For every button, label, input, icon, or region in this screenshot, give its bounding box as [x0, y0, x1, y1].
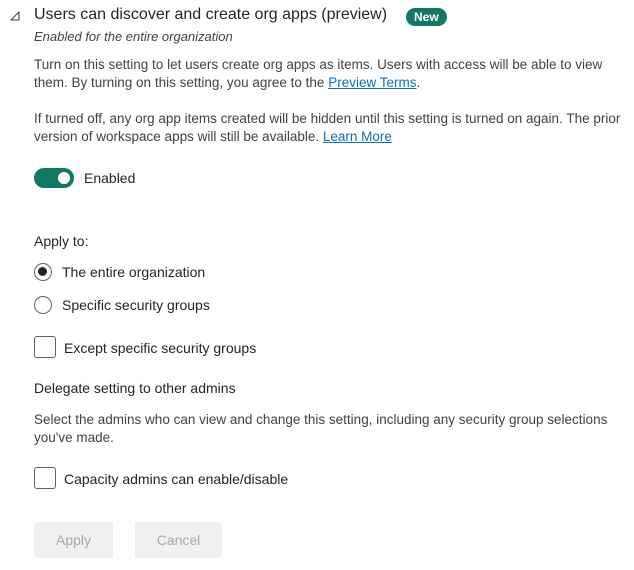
radio-label-specific-security-groups: Specific security groups	[62, 297, 210, 313]
radio-specific-security-groups[interactable]	[34, 296, 52, 314]
collapse-triangle-icon[interactable]	[9, 10, 21, 22]
capacity-admins-checkbox[interactable]	[34, 467, 56, 489]
except-security-groups-checkbox[interactable]	[34, 336, 56, 358]
cancel-button[interactable]: Cancel	[135, 522, 222, 558]
setting-subtitle: Enabled for the entire organization	[34, 29, 233, 44]
except-security-groups-label: Except specific security groups	[64, 340, 257, 356]
new-badge: New	[406, 8, 447, 26]
learn-more-link[interactable]: Learn More	[323, 129, 392, 144]
radio-entire-organization[interactable]	[34, 263, 52, 281]
toggle-knob	[58, 172, 70, 184]
radio-label-entire-organization: The entire organization	[62, 264, 206, 280]
capacity-admins-label: Capacity admins can enable/disable	[64, 471, 289, 487]
setting-description-1: Turn on this setting to let users create…	[34, 56, 634, 92]
setting-description-2: If turned off, any org app items created…	[34, 110, 634, 146]
setting-title: Users can discover and create org apps (…	[34, 6, 388, 23]
delegate-description: Select the admins who can view and chang…	[34, 412, 608, 445]
radio-selected-dot	[38, 267, 47, 276]
toggle-label: Enabled	[84, 170, 136, 186]
enabled-toggle[interactable]	[34, 168, 74, 188]
apply-to-heading: Apply to:	[34, 233, 89, 249]
description-1-end: .	[416, 75, 421, 90]
preview-terms-link[interactable]: Preview Terms	[328, 75, 416, 90]
apply-button[interactable]: Apply	[34, 522, 113, 558]
delegate-heading: Delegate setting to other admins	[34, 380, 236, 396]
description-1-text: Turn on this setting to let users create…	[34, 57, 603, 90]
